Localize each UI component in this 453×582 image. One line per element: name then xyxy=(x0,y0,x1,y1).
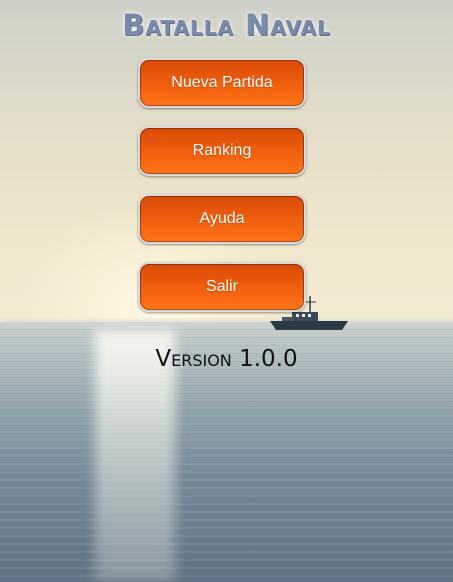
new-game-button[interactable]: Nueva Partida xyxy=(138,58,306,108)
ranking-button[interactable]: Ranking xyxy=(138,126,306,176)
game-title: Batalla Naval xyxy=(122,8,331,42)
version-text: Version 1.0.0 xyxy=(155,346,298,372)
horizon xyxy=(0,320,453,326)
help-button[interactable]: Ayuda xyxy=(138,194,306,244)
help-button-label: Ayuda xyxy=(199,210,245,227)
exit-button-label: Salir xyxy=(205,278,238,295)
ranking-button-label: Ranking xyxy=(192,142,252,159)
exit-button[interactable]: Salir xyxy=(138,262,306,312)
new-game-button-label: Nueva Partida xyxy=(171,74,273,91)
